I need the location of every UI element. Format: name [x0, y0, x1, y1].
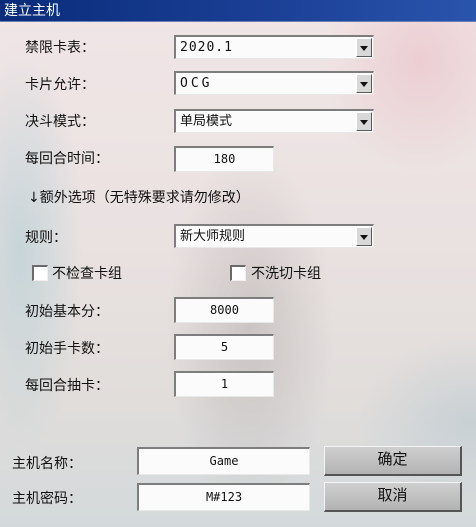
host-name-label: 主机名称： — [12, 456, 82, 472]
banlist-select[interactable]: 2020.1 — [174, 35, 374, 59]
no-check-deck-checkbox[interactable] — [32, 265, 48, 281]
chevron-down-icon — [360, 235, 368, 240]
start-lp-input[interactable]: 8000 — [174, 297, 274, 323]
chevron-down-icon — [360, 82, 368, 87]
rule-select[interactable]: 新大师规则 — [174, 224, 374, 248]
draw-count-input[interactable]: 1 — [174, 371, 274, 397]
chevron-down-icon — [360, 46, 368, 51]
start-lp-label: 初始基本分： — [25, 304, 109, 320]
banlist-label: 禁限卡表： — [25, 40, 95, 56]
draw-count-value: 1 — [220, 377, 229, 391]
card-allow-select[interactable]: OCG — [174, 71, 374, 95]
host-name-input[interactable]: Game — [137, 447, 310, 475]
banlist-dropdown-button[interactable] — [356, 38, 372, 57]
no-shuffle-deck-checkbox[interactable] — [230, 265, 246, 281]
no-shuffle-deck-label: 不洗切卡组 — [251, 266, 321, 282]
host-password-label: 主机密码： — [12, 491, 82, 507]
duel-mode-select[interactable]: 单局模式 — [174, 109, 374, 133]
rule-value: 新大师规则 — [180, 229, 246, 244]
rule-label: 规则： — [25, 230, 67, 246]
confirm-button[interactable]: 确定 — [324, 446, 462, 476]
banlist-value: 2020.1 — [180, 40, 233, 55]
turn-time-value: 180 — [213, 152, 236, 166]
host-password-input[interactable]: M#123 — [137, 483, 310, 511]
host-password-value: M#123 — [205, 490, 243, 504]
window-title: 建立主机 — [0, 0, 476, 22]
no-check-deck-label: 不检查卡组 — [52, 266, 122, 282]
chevron-down-icon — [360, 120, 368, 125]
host-name-value: Game — [209, 454, 239, 468]
rule-dropdown-button[interactable] — [356, 227, 372, 246]
cancel-button[interactable]: 取消 — [324, 482, 462, 512]
card-allow-value: OCG — [180, 76, 213, 91]
card-allow-dropdown-button[interactable] — [356, 74, 372, 93]
start-hand-label: 初始手卡数： — [25, 341, 109, 357]
duel-mode-value: 单局模式 — [180, 114, 233, 129]
turn-time-label: 每回合时间： — [25, 151, 109, 167]
card-allow-label: 卡片允许： — [25, 77, 95, 93]
start-hand-value: 5 — [220, 340, 229, 354]
draw-count-label: 每回合抽卡： — [25, 378, 109, 394]
start-hand-input[interactable]: 5 — [174, 334, 274, 360]
duel-mode-label: 决斗模式： — [25, 114, 95, 130]
extra-options-header: ↓额外选项（无特殊要求请勿修改） — [28, 190, 250, 206]
start-lp-value: 8000 — [210, 303, 239, 317]
duel-mode-dropdown-button[interactable] — [356, 112, 372, 131]
turn-time-input[interactable]: 180 — [174, 146, 274, 172]
